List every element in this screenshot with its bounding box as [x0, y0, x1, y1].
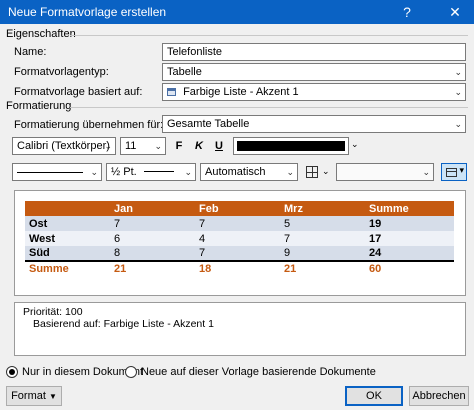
table-header-cell: Summe	[365, 201, 454, 216]
table-row: West 6 4 7 17	[25, 231, 454, 246]
table-cell: 7	[280, 231, 365, 246]
table-cell: Summe	[25, 260, 110, 276]
italic-button[interactable]: K	[192, 137, 206, 155]
priority-text: Priorität: 100	[23, 306, 83, 318]
table-cell: 6	[110, 231, 195, 246]
triangle-down-icon: ▼	[48, 392, 57, 401]
table-cell: 60	[365, 260, 454, 276]
table-cell: 9	[280, 246, 365, 261]
chevron-down-icon[interactable]: ⌄	[322, 166, 330, 177]
line-weight-select[interactable]: ½ Pt. ⌄	[106, 163, 196, 181]
based-on-text: Basierend auf: Farbige Liste - Akzent 1	[33, 318, 214, 330]
border-color-value: Automatisch	[205, 166, 266, 178]
alignment-button[interactable]: ▾	[441, 163, 467, 181]
font-size-value: 11	[125, 140, 137, 152]
name-input[interactable]: Telefonliste	[162, 43, 466, 61]
apply-to-value: Gesamte Tabelle	[167, 118, 250, 130]
table-total-row: Summe 21 18 21 60	[25, 260, 454, 276]
table-header-cell: Mrz	[280, 201, 365, 216]
table-cell: 18	[195, 260, 280, 276]
based-on-label: Formatvorlage basiert auf:	[14, 86, 143, 98]
line-weight-value: ½ Pt.	[111, 166, 137, 178]
bold-button[interactable]: F	[172, 137, 186, 155]
chevron-down-icon: ▾	[459, 165, 464, 175]
apply-to-label: Formatierung übernehmen für:	[14, 119, 164, 131]
line-style-select[interactable]: ⌄	[12, 163, 102, 181]
table-cell: 7	[110, 216, 195, 231]
style-description: Priorität: 100 Basierend auf: Farbige Li…	[14, 302, 466, 356]
only-this-doc-radio[interactable]	[6, 366, 18, 378]
table-style-icon	[167, 88, 176, 96]
border-color-select[interactable]: Automatisch ⌄	[200, 163, 298, 181]
table-cell: 8	[110, 246, 195, 261]
table-cell: 21	[280, 260, 365, 276]
table-row: Süd 8 7 9 24	[25, 246, 454, 261]
chevron-down-icon: ⌄	[90, 167, 98, 177]
table-cell: 24	[365, 246, 454, 261]
format-button-label: Format	[11, 390, 46, 402]
shading-select[interactable]: ⌄	[336, 163, 434, 181]
line-weight-sample	[143, 171, 174, 172]
chevron-down-icon: ⌄	[104, 141, 112, 151]
underline-button[interactable]: U	[212, 137, 226, 155]
chevron-down-icon: ⌄	[454, 67, 462, 77]
based-on-select[interactable]: Farbige Liste - Akzent 1 ⌄	[162, 83, 466, 101]
cell-alignment-icon	[446, 168, 457, 177]
chevron-down-icon: ⌄	[154, 141, 162, 151]
table-preview: Jan Feb Mrz Summe Ost 7 7 5 19 West 6 4 …	[14, 190, 466, 296]
new-docs-label[interactable]: Neue auf dieser Vorlage basierende Dokum…	[141, 366, 376, 378]
formatting-group-label: Formatierung	[6, 100, 72, 112]
table-cell: 17	[365, 231, 454, 246]
font-color-swatch	[237, 141, 345, 151]
style-type-value: Tabelle	[167, 66, 202, 78]
apply-to-select[interactable]: Gesamte Tabelle ⌄	[162, 115, 466, 133]
chevron-down-icon: ⌄	[454, 119, 462, 129]
table-header-cell	[25, 201, 110, 216]
chevron-down-icon: ⌄	[454, 87, 462, 97]
table-cell: 7	[195, 216, 280, 231]
table-cell: Ost	[25, 216, 110, 231]
font-value: Calibri (Textkörper)	[17, 140, 110, 152]
window-title: Neue Formatvorlage erstellen	[8, 5, 167, 19]
table-cell: 5	[280, 216, 365, 231]
formatting-divider	[70, 107, 468, 108]
ok-button[interactable]: OK	[345, 386, 403, 406]
chevron-down-icon: ⌄	[184, 167, 192, 177]
table-cell: 7	[195, 246, 280, 261]
properties-group-label: Eigenschaften	[6, 28, 76, 40]
new-docs-radio[interactable]	[125, 366, 137, 378]
table-header-cell: Jan	[110, 201, 195, 216]
preview-table: Jan Feb Mrz Summe Ost 7 7 5 19 West 6 4 …	[25, 201, 454, 276]
cancel-button[interactable]: Abbrechen	[409, 386, 469, 406]
table-cell: 4	[195, 231, 280, 246]
style-type-select[interactable]: Tabelle ⌄	[162, 63, 466, 81]
font-color-picker[interactable]	[233, 137, 349, 155]
chevron-down-icon: ⌄	[286, 167, 294, 177]
based-on-value: Farbige Liste - Akzent 1	[183, 86, 299, 98]
help-button[interactable]: ?	[392, 0, 422, 24]
name-label: Name:	[14, 46, 47, 58]
border-grid-icon[interactable]	[306, 166, 318, 178]
title-bar: Neue Formatvorlage erstellen ? ✕	[0, 0, 474, 24]
line-style-sample	[17, 172, 83, 173]
chevron-down-icon[interactable]: ⌄	[351, 139, 359, 150]
font-select[interactable]: Calibri (Textkörper) ⌄	[12, 137, 116, 155]
table-row: Ost 7 7 5 19	[25, 216, 454, 231]
close-button[interactable]: ✕	[440, 0, 470, 24]
table-cell: 21	[110, 260, 195, 276]
format-button[interactable]: Format ▼	[6, 386, 62, 406]
chevron-down-icon: ⌄	[422, 167, 430, 177]
table-header-row: Jan Feb Mrz Summe	[25, 201, 454, 216]
properties-divider	[70, 35, 468, 36]
style-type-label: Formatvorlagentyp:	[14, 66, 109, 78]
table-header-cell: Feb	[195, 201, 280, 216]
font-size-select[interactable]: 11 ⌄	[120, 137, 166, 155]
table-cell: Süd	[25, 246, 110, 261]
table-cell: 19	[365, 216, 454, 231]
table-cell: West	[25, 231, 110, 246]
